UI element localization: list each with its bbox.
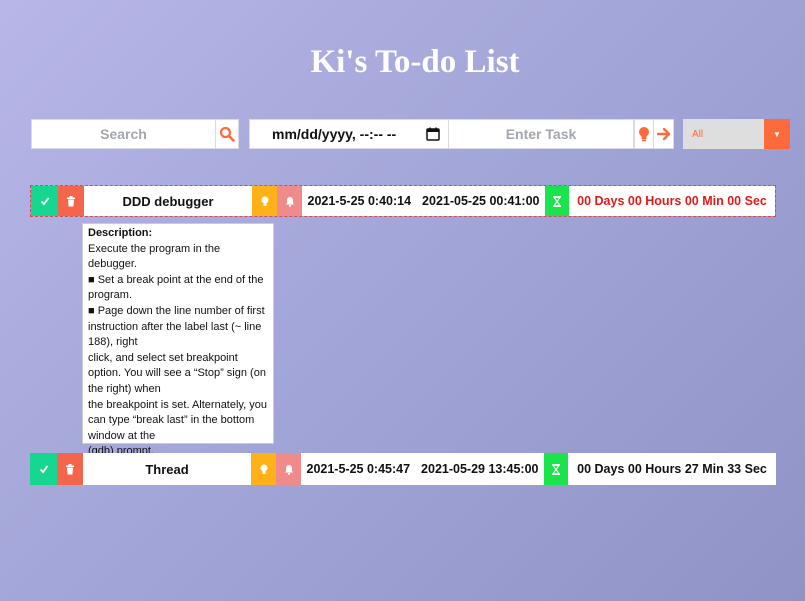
datetime-value: mm/dd/yyyy, --:-- -- — [272, 126, 397, 142]
reminder-toggle[interactable] — [276, 453, 301, 485]
bell-icon — [285, 196, 294, 207]
calendar-icon[interactable] — [426, 127, 440, 141]
add-task-button[interactable] — [653, 119, 674, 149]
priority-toggle[interactable] — [252, 186, 277, 216]
search-icon — [219, 126, 235, 142]
description-line: Execute the program in the debugger. — [88, 242, 221, 271]
trash-icon — [66, 463, 74, 474]
task-description: Description: Execute the program in the … — [82, 223, 274, 457]
lightbulb-icon — [261, 196, 268, 206]
search-button[interactable] — [215, 119, 239, 149]
priority-toggle[interactable] — [251, 453, 276, 485]
trash-icon — [67, 195, 75, 206]
page-title: Ki's To-do List — [310, 44, 520, 80]
filter-select[interactable]: All ▼ — [683, 119, 790, 149]
lightbulb-icon — [260, 464, 267, 474]
timer-button[interactable] — [544, 453, 568, 485]
bell-icon — [284, 464, 293, 475]
task-name[interactable]: Thread — [83, 453, 251, 485]
due-date: 2021-05-25 00:41:00 — [422, 194, 540, 208]
description-line: the breakpoint is set. Alternately, you … — [88, 398, 267, 442]
hourglass-icon — [552, 463, 560, 475]
datetime-input[interactable]: mm/dd/yyyy, --:-- -- — [249, 119, 449, 149]
hourglass-icon — [553, 195, 561, 207]
task-row: DDD debugger 2021-5-25 0:40:14 2021-05-2… — [30, 185, 776, 217]
task-dates: 2021-5-25 0:40:14 2021-05-25 00:41:00 — [302, 186, 545, 216]
complete-button[interactable] — [31, 186, 58, 216]
description-line: ■ Page down the line number of first ins… — [88, 304, 265, 349]
arrow-right-icon — [656, 127, 670, 141]
created-date: 2021-5-25 0:40:14 — [307, 194, 412, 208]
reminder-toggle[interactable] — [277, 186, 302, 216]
created-date: 2021-5-25 0:45:47 — [306, 462, 411, 476]
filter-value: All — [692, 128, 704, 140]
description-line: ■ Set a break point at the end of the pr… — [88, 273, 264, 302]
delete-button[interactable] — [57, 453, 83, 485]
description-line: click, and select set breakpoint option.… — [88, 351, 266, 395]
check-icon — [40, 197, 49, 206]
check-icon — [39, 465, 48, 474]
task-name[interactable]: DDD debugger — [84, 186, 252, 216]
timer-button[interactable] — [545, 186, 569, 216]
priority-button[interactable] — [634, 119, 654, 149]
countdown: 00 Days 00 Hours 00 Min 00 Sec — [569, 186, 775, 216]
countdown: 00 Days 00 Hours 27 Min 33 Sec — [568, 453, 776, 485]
lightbulb-icon — [639, 127, 649, 142]
description-heading: Description: — [88, 227, 153, 239]
delete-button[interactable] — [58, 186, 84, 216]
task-dates: 2021-5-25 0:45:47 2021-05-29 13:45:00 — [301, 453, 544, 485]
due-date: 2021-05-29 13:45:00 — [421, 462, 539, 476]
complete-button[interactable] — [30, 453, 57, 485]
search-input[interactable]: Search — [31, 119, 216, 149]
chevron-down-icon[interactable]: ▼ — [764, 119, 790, 149]
task-row: Thread 2021-5-25 0:45:47 2021-05-29 13:4… — [30, 453, 776, 485]
task-input[interactable]: Enter Task — [448, 119, 634, 149]
